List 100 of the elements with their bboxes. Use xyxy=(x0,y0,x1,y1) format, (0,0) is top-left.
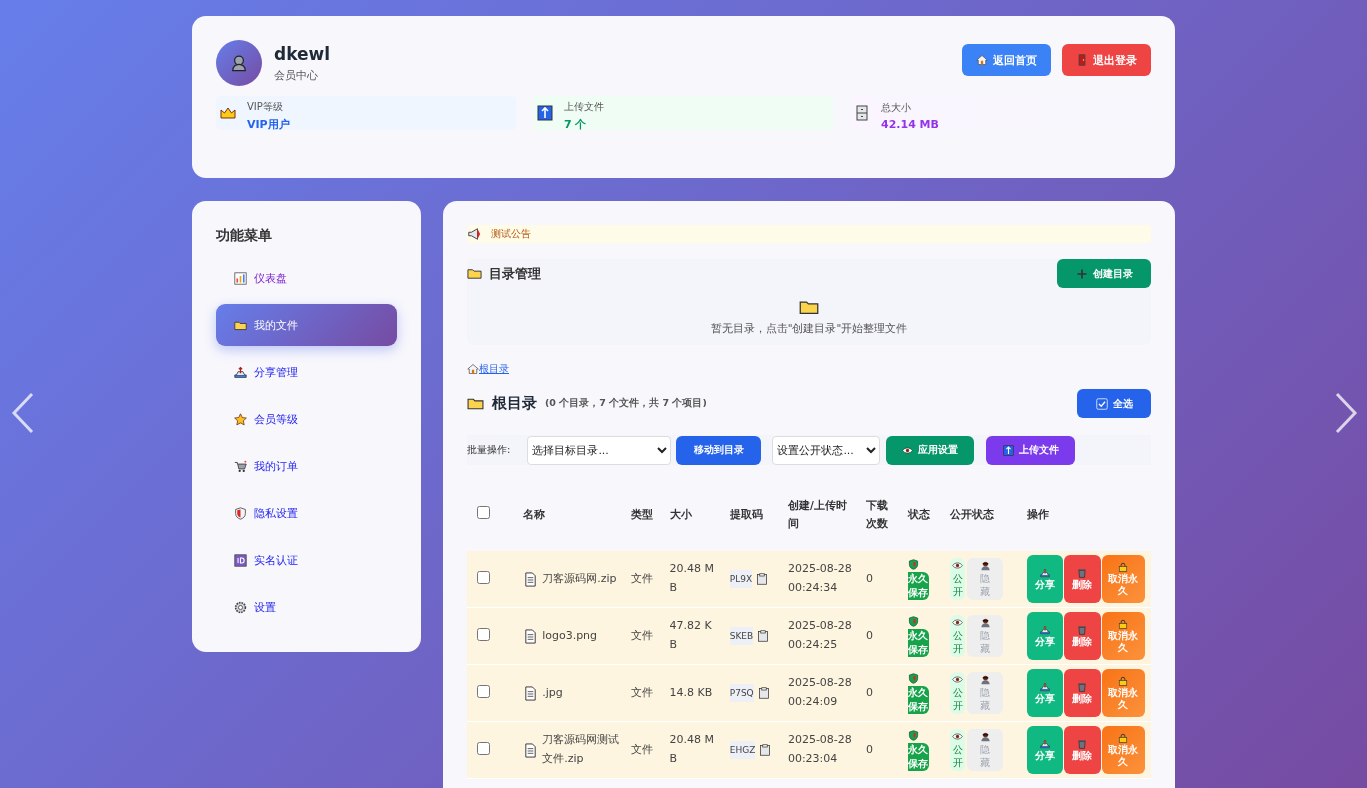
table-cell: 文件 xyxy=(625,664,664,722)
unpin-button[interactable]: 取消永久 xyxy=(1101,612,1145,660)
lock-icon xyxy=(1118,675,1129,686)
visibility-select[interactable]: 设置公开状态... xyxy=(772,435,881,465)
shield-icon xyxy=(234,506,247,520)
share-button[interactable]: 分享 xyxy=(1026,555,1064,603)
column-header: 名称 xyxy=(517,477,626,551)
file-name: 刀客源码网.zip xyxy=(542,570,617,587)
row-checkbox[interactable] xyxy=(477,741,490,755)
delete-button[interactable]: 删除 xyxy=(1064,669,1101,717)
crown-icon xyxy=(220,105,236,121)
column-header: 提取码 xyxy=(723,477,782,551)
unpin-button[interactable]: 取消永久 xyxy=(1101,669,1145,717)
unpin-button[interactable]: 取消永久 xyxy=(1101,555,1145,603)
announcement-text: 测试公告 xyxy=(491,227,531,241)
table-cell: 2025-08-28 00:24:09 xyxy=(781,664,861,722)
menu-title: 功能菜单 xyxy=(216,227,273,245)
table-cell: 2025-08-28 00:24:34 xyxy=(781,551,861,608)
checkbox-icon xyxy=(1095,397,1108,410)
delete-button[interactable]: 删除 xyxy=(1064,555,1101,603)
share-button[interactable]: 分享 xyxy=(1026,612,1064,660)
create-directory-button[interactable]: 创建目录 xyxy=(1057,259,1151,288)
empty-message: 暂无目录，点击"创建目录"开始整理文件 xyxy=(710,322,908,336)
clipboard-icon xyxy=(757,630,770,642)
public-toggle[interactable]: 公开 xyxy=(950,615,966,657)
stat-label: 上传文件 xyxy=(564,100,604,112)
lock-icon xyxy=(1118,618,1129,629)
shield-icon xyxy=(908,615,920,627)
trash-icon xyxy=(1077,624,1088,635)
table-cell: 文件 xyxy=(625,551,664,608)
upload-icon xyxy=(537,105,553,121)
menu-item[interactable]: 实名认证 xyxy=(216,539,397,581)
megaphone-icon xyxy=(467,227,481,241)
person-icon xyxy=(979,674,991,685)
menu-item[interactable]: 设置 xyxy=(216,586,397,628)
shield-icon xyxy=(908,558,920,570)
shield-icon xyxy=(908,672,920,684)
menu-item[interactable]: 会员等级 xyxy=(216,398,397,440)
move-button[interactable]: 移动到目录 xyxy=(676,435,762,465)
document-icon xyxy=(523,571,539,587)
lock-icon xyxy=(1118,732,1129,743)
menu-item[interactable]: 隐私设置 xyxy=(216,492,397,534)
public-toggle[interactable]: 公开 xyxy=(950,729,966,771)
target-directory-select[interactable]: 选择目标目录... xyxy=(527,435,672,465)
hide-toggle[interactable]: 隐藏 xyxy=(967,615,1004,657)
public-toggle[interactable]: 公开 xyxy=(950,672,966,714)
menu-item[interactable]: 我的文件 xyxy=(216,304,397,346)
shield-icon xyxy=(908,729,920,741)
select-all-button[interactable]: 全选 xyxy=(1077,389,1151,418)
file-name: .jpg xyxy=(542,684,563,701)
table-cell: 文件 xyxy=(625,721,664,779)
public-toggle[interactable]: 公开 xyxy=(950,558,966,600)
status-badge: 永久保存 xyxy=(908,628,930,657)
lock-icon xyxy=(1118,561,1129,572)
status-badge: 永久保存 xyxy=(908,571,930,600)
clipboard-icon xyxy=(757,687,770,699)
copy-button[interactable] xyxy=(756,573,769,585)
breadcrumb-link[interactable]: 根目录 xyxy=(467,362,1151,376)
cart-icon xyxy=(234,459,247,473)
eye-icon xyxy=(952,674,964,685)
eye-icon xyxy=(952,617,964,628)
table-cell: 14.8 KB xyxy=(663,664,724,722)
delete-button[interactable]: 删除 xyxy=(1064,612,1101,660)
copy-button[interactable] xyxy=(757,630,770,642)
trash-icon xyxy=(1077,738,1088,749)
home-button[interactable]: 返回首页 xyxy=(962,44,1051,76)
row-checkbox[interactable] xyxy=(477,684,490,698)
stat-label: VIP等级 xyxy=(247,100,283,112)
logout-button[interactable]: 退出登录 xyxy=(1062,44,1151,76)
upload-button[interactable]: 上传文件 xyxy=(986,435,1076,465)
table-cell: 文件 xyxy=(625,607,664,665)
row-checkbox[interactable] xyxy=(477,627,490,641)
batch-label: 批量操作: xyxy=(467,443,511,457)
copy-button[interactable] xyxy=(759,744,772,756)
hide-toggle[interactable]: 隐藏 xyxy=(967,558,1004,600)
table-cell: 2025-08-28 00:24:25 xyxy=(781,607,861,665)
header-checkbox[interactable] xyxy=(477,506,490,520)
share-button[interactable]: 分享 xyxy=(1026,726,1064,774)
column-header: 大小 xyxy=(663,477,724,551)
row-checkbox[interactable] xyxy=(477,570,490,584)
column-header: 创建/上传时间 xyxy=(781,477,861,551)
file-name: logo3.png xyxy=(542,627,598,644)
extract-code: SKEB xyxy=(729,626,754,646)
hide-toggle[interactable]: 隐藏 xyxy=(967,672,1004,714)
delete-button[interactable]: 删除 xyxy=(1064,726,1101,774)
unpin-button[interactable]: 取消永久 xyxy=(1101,726,1145,774)
apply-button[interactable]: 应用设置 xyxy=(886,435,975,465)
user-name: dkewl xyxy=(274,43,331,64)
stat-value: 7 个 xyxy=(564,116,588,132)
menu-item[interactable]: 我的订单 xyxy=(216,445,397,487)
share-button[interactable]: 分享 xyxy=(1026,669,1064,717)
table-cell: 0 xyxy=(860,721,903,779)
person-icon xyxy=(979,731,991,742)
person-icon xyxy=(979,617,991,628)
menu-item[interactable]: 仪表盘 xyxy=(216,257,397,299)
menu-item[interactable]: 分享管理 xyxy=(216,351,397,393)
copy-button[interactable] xyxy=(757,687,770,699)
table-cell: 0 xyxy=(860,551,903,608)
hide-toggle[interactable]: 隐藏 xyxy=(967,729,1004,771)
document-icon xyxy=(523,628,539,644)
